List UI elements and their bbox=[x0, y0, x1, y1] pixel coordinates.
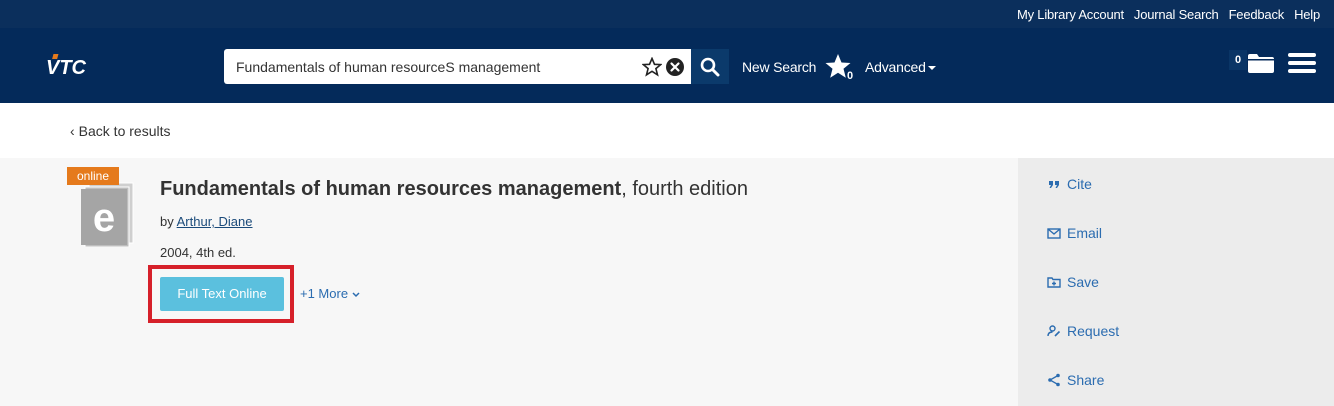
record-title-edition: , fourth edition bbox=[621, 178, 748, 200]
journal-search-link[interactable]: Journal Search bbox=[1134, 7, 1219, 22]
my-library-account-link[interactable]: My Library Account bbox=[1017, 7, 1124, 22]
folder-icon[interactable] bbox=[1247, 52, 1275, 74]
vtc-logo[interactable]: VTC bbox=[46, 52, 96, 82]
help-link[interactable]: Help bbox=[1294, 7, 1320, 22]
record-title[interactable]: Fundamentals of human resources manageme… bbox=[160, 178, 748, 201]
save-action[interactable]: Save bbox=[1047, 274, 1099, 290]
user-edit-icon bbox=[1047, 325, 1061, 337]
actions-sidebar: Cite Email Save Request Share bbox=[1018, 158, 1334, 406]
pinned-count: 0 bbox=[847, 70, 854, 82]
share-action[interactable]: Share bbox=[1047, 372, 1104, 388]
advanced-label: Advanced bbox=[865, 59, 926, 75]
more-links-label: +1 More bbox=[300, 286, 349, 301]
back-row: ‹ Back to results bbox=[0, 103, 1334, 158]
caret-down-icon bbox=[927, 66, 936, 71]
quote-icon bbox=[1049, 181, 1059, 188]
record-content: e online Fundamentals of human resources… bbox=[0, 158, 1018, 406]
email-label: Email bbox=[1067, 225, 1103, 241]
search-button[interactable] bbox=[691, 49, 729, 84]
publication-info: 2004, 4th ed. bbox=[160, 245, 236, 260]
by-label: by bbox=[160, 214, 177, 229]
clear-search-icon[interactable] bbox=[665, 57, 685, 77]
advanced-search-dropdown[interactable]: Advanced bbox=[865, 59, 936, 75]
save-label: Save bbox=[1067, 274, 1099, 290]
feedback-link[interactable]: Feedback bbox=[1229, 7, 1285, 22]
star-outline-icon[interactable] bbox=[641, 56, 663, 77]
record-author-line: by Arthur, Diane bbox=[160, 214, 253, 229]
chevron-down-icon bbox=[352, 292, 360, 297]
email-action[interactable]: Email bbox=[1047, 225, 1102, 241]
full-text-online-button[interactable]: Full Text Online bbox=[160, 277, 284, 311]
cite-label: Cite bbox=[1067, 176, 1092, 192]
utility-bar: My Library Account Journal Search Feedba… bbox=[0, 0, 1334, 28]
envelope-icon bbox=[1047, 228, 1061, 239]
cite-action[interactable]: Cite bbox=[1047, 176, 1092, 192]
record-title-main: Fundamentals of human resources manageme… bbox=[160, 178, 622, 200]
search-box bbox=[224, 49, 691, 84]
request-label: Request bbox=[1067, 323, 1120, 339]
search-input[interactable] bbox=[236, 49, 636, 84]
back-to-results-link[interactable]: ‹ Back to results bbox=[70, 123, 171, 139]
new-search-link[interactable]: New Search bbox=[742, 59, 816, 75]
back-to-results-label: Back to results bbox=[78, 123, 171, 139]
author-link[interactable]: Arthur, Diane bbox=[177, 214, 253, 229]
magnifier-icon bbox=[700, 57, 720, 76]
chevron-left-icon: ‹ bbox=[70, 123, 75, 139]
main-header: VTC New Search 0 Advanced 0 bbox=[0, 28, 1334, 103]
folder-count-badge: 0 bbox=[1229, 50, 1247, 70]
more-links-dropdown[interactable]: +1 More bbox=[300, 286, 360, 301]
request-action[interactable]: Request bbox=[1047, 323, 1119, 339]
share-icon bbox=[1048, 373, 1060, 387]
hamburger-menu-icon[interactable] bbox=[1288, 52, 1316, 74]
utility-links: My Library Account Journal Search Feedba… bbox=[1017, 7, 1320, 22]
folder-plus-icon bbox=[1047, 277, 1061, 288]
logo-text: VTC bbox=[46, 57, 87, 79]
online-badge: online bbox=[67, 167, 119, 185]
share-label: Share bbox=[1067, 372, 1105, 388]
svg-text:e: e bbox=[93, 196, 115, 240]
